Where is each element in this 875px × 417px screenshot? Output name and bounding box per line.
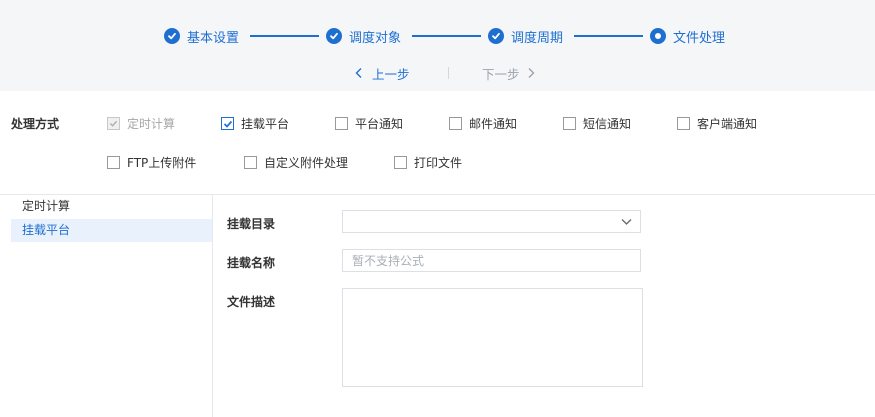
option-client-notice[interactable]: 客户端通知 (677, 115, 757, 132)
wizard-header: 基本设置 调度对象 调度周期 文件处理 上一步 下一步 (0, 0, 875, 91)
dot-icon (650, 28, 666, 44)
check-icon (109, 120, 118, 127)
mount-dir-select[interactable] (342, 210, 641, 233)
mount-dir-label: 挂载目录 (227, 217, 276, 231)
processing-sidebar: 定时计算 挂载平台 (11, 195, 213, 417)
checkbox[interactable] (449, 117, 462, 130)
file-desc-label: 文件描述 (227, 295, 276, 309)
option-custom-attachment[interactable]: 自定义附件处理 (244, 154, 348, 171)
step-label: 基本设置 (187, 30, 240, 46)
option-label: 邮件通知 (469, 117, 518, 131)
chevron-down-icon (620, 215, 633, 231)
sidebar-item-mount-platform[interactable]: 挂载平台 (11, 219, 212, 242)
option-ftp-upload[interactable]: FTP上传附件 (107, 154, 196, 171)
nav-divider (448, 67, 449, 79)
option-print-file[interactable]: 打印文件 (394, 154, 462, 171)
mount-name-input[interactable] (342, 249, 641, 272)
step-connector (412, 35, 481, 37)
checkbox[interactable] (677, 117, 690, 130)
checkbox[interactable] (244, 156, 257, 169)
step-connector (250, 35, 319, 37)
checkbox[interactable] (563, 117, 576, 130)
option-sms-notice[interactable]: 短信通知 (563, 115, 631, 132)
checkbox (107, 117, 120, 130)
step-connector (574, 35, 643, 37)
step-file-processing: 文件处理 (650, 26, 725, 46)
option-platform-notice[interactable]: 平台通知 (335, 115, 403, 132)
chevron-right-icon (528, 68, 535, 78)
check-icon (488, 28, 504, 44)
file-desc-textarea[interactable] (342, 288, 643, 387)
option-label: 平台通知 (355, 117, 404, 131)
check-icon (326, 28, 342, 44)
checkbox[interactable] (335, 117, 348, 130)
option-mount-platform[interactable]: 挂载平台 (221, 115, 289, 132)
chevron-left-icon (355, 68, 362, 78)
checkbox[interactable] (107, 156, 120, 169)
option-label: 挂载平台 (241, 117, 290, 131)
sidebar-item-scheduled-calc[interactable]: 定时计算 (11, 195, 212, 218)
checkbox[interactable] (221, 117, 234, 130)
next-step-label: 下一步 (482, 66, 520, 82)
option-label: FTP上传附件 (127, 156, 197, 170)
option-email-notice[interactable]: 邮件通知 (449, 115, 517, 132)
checkbox[interactable] (394, 156, 407, 169)
option-label: 短信通知 (583, 117, 632, 131)
processing-method-label: 处理方式 (11, 117, 60, 131)
step-label: 文件处理 (673, 30, 726, 46)
check-icon (164, 28, 180, 44)
step-label: 调度对象 (349, 30, 402, 46)
mount-name-label: 挂载名称 (227, 256, 276, 270)
step-schedule-object: 调度对象 (326, 26, 401, 46)
prev-step-label: 上一步 (372, 66, 410, 82)
check-icon (223, 120, 232, 128)
option-label: 打印文件 (414, 156, 463, 170)
next-step-button[interactable]: 下一步 (482, 64, 536, 82)
step-basic-settings: 基本设置 (164, 26, 239, 46)
option-scheduled-calc: 定时计算 (107, 115, 175, 132)
option-label: 自定义附件处理 (264, 156, 349, 170)
option-label: 定时计算 (127, 117, 176, 131)
step-schedule-period: 调度周期 (488, 26, 563, 46)
option-label: 客户端通知 (697, 117, 758, 131)
prev-step-button[interactable]: 上一步 (354, 64, 410, 82)
step-label: 调度周期 (511, 30, 564, 46)
